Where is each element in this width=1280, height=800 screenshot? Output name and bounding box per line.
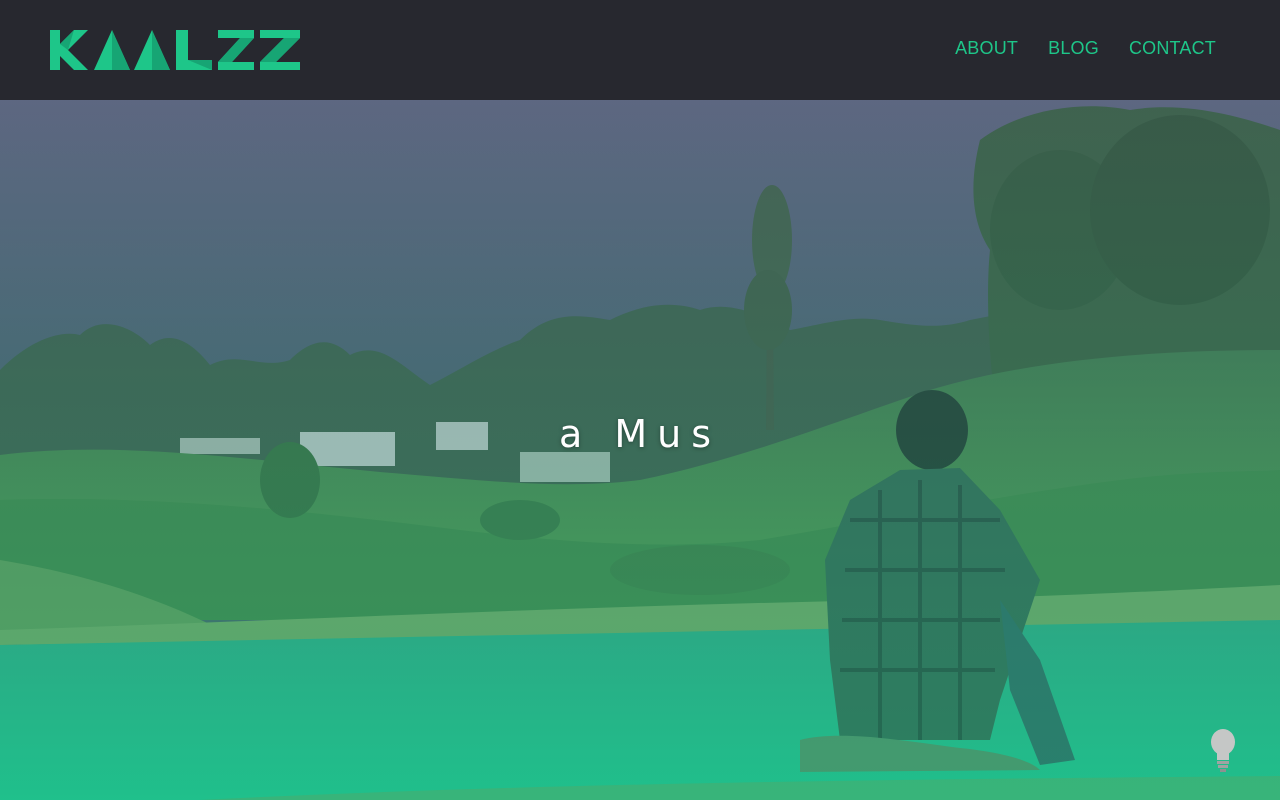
nav-about-link[interactable]: ABOUT [955,38,1018,59]
hero-headline: a Mus [558,412,722,456]
hero-section: a Mus [0,100,1280,800]
lightbulb-icon[interactable] [1208,728,1238,772]
page: ABOUT BLOG CONTACT a Mus [0,0,1280,800]
nav-blog-link[interactable]: BLOG [1048,38,1099,59]
site-header: ABOUT BLOG CONTACT [0,0,1280,100]
kaalzz-logo[interactable] [50,30,300,70]
nav-contact-link[interactable]: CONTACT [1129,38,1216,59]
main-nav: ABOUT BLOG CONTACT [955,38,1216,59]
